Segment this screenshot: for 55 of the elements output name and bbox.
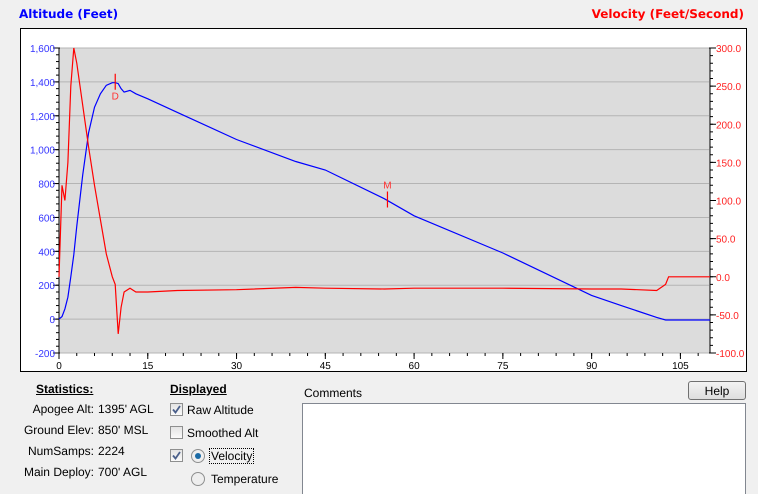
radio-button[interactable] — [191, 472, 205, 486]
axis-label: 400 — [38, 247, 55, 258]
axis-label: 45 — [320, 361, 331, 372]
axis-label: 15 — [142, 361, 154, 372]
axis-label: 30 — [230, 361, 242, 372]
axis-label: 0 — [56, 361, 62, 372]
axis-label: -100.0 — [716, 349, 744, 360]
radio-label[interactable]: Temperature — [209, 470, 280, 486]
axis-label: 150.0 — [716, 158, 742, 170]
axis-label: 60 — [408, 361, 420, 372]
checkbox-label[interactable]: Raw Altitude — [187, 402, 254, 416]
radio-label[interactable]: Velocity — [209, 448, 254, 464]
radio-button[interactable] — [191, 448, 205, 462]
velocity-axis-title: Velocity (Feet/Second) — [592, 7, 744, 21]
checkbox[interactable] — [170, 403, 183, 416]
axis-label: 90 — [586, 361, 598, 372]
displayed-heading: Displayed — [170, 381, 227, 398]
axis-label: 1,600 — [30, 44, 55, 55]
axis-label: 1,200 — [30, 112, 55, 123]
axis-label: 105 — [672, 361, 689, 372]
stat-label: Main Deploy: — [24, 465, 94, 479]
axis-label: 0 — [49, 315, 55, 326]
marker-tick — [114, 74, 116, 90]
marker-label: D — [112, 92, 119, 103]
marker-tick — [386, 192, 388, 208]
comments-label: Comments — [304, 386, 362, 400]
stat-value: 850' MSL — [98, 423, 148, 437]
axis-label: 800 — [38, 180, 55, 191]
stat-label: Apogee Alt: — [32, 402, 94, 416]
stat-label: Ground Elev: — [24, 423, 94, 437]
axis-label: 200 — [38, 281, 55, 292]
axis-label: 250.0 — [716, 82, 742, 94]
axis-label: -50.0 — [716, 310, 739, 322]
axis-label: 100.0 — [716, 196, 742, 208]
axis-label: 50.0 — [716, 234, 736, 246]
axis-label: 1,000 — [30, 146, 55, 157]
axis-label: -200 — [34, 349, 55, 360]
stat-value: 1395' AGL — [98, 402, 154, 416]
axis-label: 75 — [497, 361, 508, 372]
checkbox[interactable] — [170, 426, 183, 439]
marker-label: M — [383, 180, 392, 192]
axis-label: 300.0 — [716, 44, 742, 55]
statistics-heading: Statistics: — [36, 381, 94, 398]
stat-value: 700' AGL — [98, 465, 147, 479]
comments-field[interactable] — [302, 403, 746, 494]
help-button[interactable]: Help — [688, 381, 746, 400]
checkbox-label[interactable]: Smoothed Alt — [187, 426, 258, 440]
axis-label: 0.0 — [716, 272, 730, 284]
axis-label: 200.0 — [716, 120, 742, 132]
stat-label: NumSamps: — [28, 444, 94, 458]
axis-label: 1,400 — [30, 78, 55, 89]
stat-value: 2224 — [98, 444, 125, 458]
axis-label: 600 — [38, 213, 55, 224]
checkbox[interactable] — [170, 449, 183, 462]
altitude-axis-title: Altitude (Feet) — [19, 7, 118, 21]
